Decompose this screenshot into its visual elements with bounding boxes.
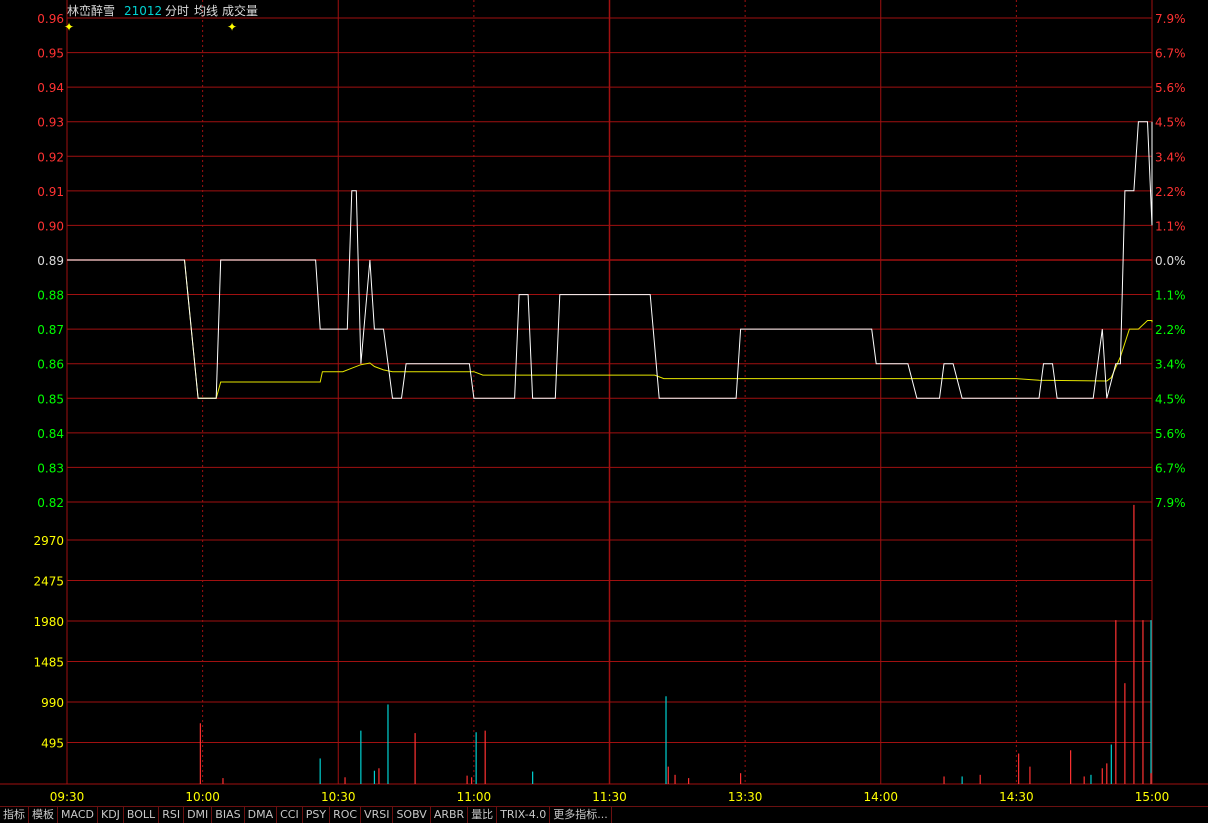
pct-tick-label: 0.0% [1155, 254, 1186, 268]
tab-2[interactable]: MACD [58, 806, 98, 823]
tab-3[interactable]: KDJ [97, 806, 124, 823]
time-tick-label: 11:00 [457, 790, 492, 804]
event-marker-icon[interactable]: ✦ [64, 20, 74, 34]
mode-label[interactable]: 分时 [165, 4, 189, 18]
time-tick-label: 10:30 [321, 790, 356, 804]
pct-tick-label: 3.4% [1155, 150, 1186, 164]
time-tick-label: 13:30 [728, 790, 763, 804]
price-tick-label: 0.93 [37, 116, 64, 130]
price-tick-label: 0.92 [37, 150, 64, 164]
tab-bar-filler [611, 806, 1208, 823]
price-tick-label: 0.94 [37, 81, 64, 95]
avg-line-label[interactable]: 均线 [194, 4, 218, 18]
price-axis-left: 0.96 0.95 0.94 0.93 0.92 0.91 0.90 0.89 0.88 0.87… [37, 12, 64, 510]
intraday-chart[interactable]: 0.96 0.95 0.94 0.93 0.92 0.91 0.90 0.89 0.88 0.87… [0, 0, 1208, 806]
price-tick-label: 0.96 [37, 12, 64, 26]
tab-11[interactable]: ROC [330, 806, 362, 823]
time-axis: 09:30 10:00 10:30 11:00 11:30 13:30 14:00 14:30… [50, 790, 1170, 804]
indicator-tab-bar: 指标 模板 MACD KDJ BOLL RSI DMI BIAS DMA CCI PSY ROC VRS… [0, 806, 1208, 823]
pct-tick-label: 6.7% [1155, 461, 1186, 475]
price-tick-label: 0.82 [37, 496, 64, 510]
pct-tick-label: 2.2% [1155, 185, 1186, 199]
time-tick-label: 14:30 [999, 790, 1034, 804]
price-tick-label: 0.95 [37, 47, 64, 61]
tab-9[interactable]: CCI [277, 806, 303, 823]
volume-axis: 2970 2475 1980 1485 990 495 [33, 534, 64, 751]
pct-tick-label: 5.6% [1155, 81, 1186, 95]
pct-tick-label: 1.1% [1155, 219, 1186, 233]
tab-8[interactable]: DMA [244, 806, 278, 823]
volume-tick-label: 2970 [33, 534, 64, 548]
time-tick-label: 10:00 [185, 790, 220, 804]
pct-tick-label: 5.6% [1155, 427, 1186, 441]
pct-tick-label: 6.7% [1155, 47, 1186, 61]
tab-10[interactable]: PSY [302, 806, 331, 823]
tab-5[interactable]: RSI [159, 806, 185, 823]
pct-tick-label: 7.9% [1155, 12, 1186, 26]
time-tick-label: 11:30 [592, 790, 627, 804]
chart-grid [0, 0, 1208, 785]
price-tick-label: 0.89 [37, 254, 64, 268]
volume-tick-label: 990 [41, 696, 64, 710]
pct-tick-label: 1.1% [1155, 289, 1186, 303]
tab-16[interactable]: TRIX-4.0 [497, 806, 551, 823]
volume-tick-label: 495 [41, 737, 64, 751]
price-tick-label: 0.87 [37, 323, 64, 337]
pct-tick-label: 4.5% [1155, 116, 1186, 130]
tab-14[interactable]: ARBR [430, 806, 469, 823]
price-tick-label: 0.84 [37, 427, 64, 441]
price-tick-label: 0.90 [37, 219, 64, 233]
price-tick-label: 0.91 [37, 185, 64, 199]
volume-tick-label: 2475 [33, 575, 64, 589]
volume-label[interactable]: 成交量 [222, 3, 258, 18]
stock-code: 21012 [124, 4, 162, 18]
price-tick-label: 0.86 [37, 358, 64, 372]
tab-15[interactable]: 量比 [468, 806, 498, 823]
pct-tick-label: 2.2% [1155, 323, 1186, 337]
time-tick-label: 15:00 [1135, 790, 1170, 804]
volume-tick-label: 1980 [33, 615, 64, 629]
tab-4[interactable]: BOLL [123, 806, 160, 823]
pct-axis-right: 7.9% 6.7% 5.6% 4.5% 3.4% 2.2% 1.1% 0.0% 1.1% 2.2%… [1155, 12, 1186, 510]
tab-0[interactable]: 指标 [0, 806, 29, 823]
tab-1[interactable]: 模板 [29, 806, 58, 823]
time-tick-label: 09:30 [50, 790, 85, 804]
tab-13[interactable]: SOBV [393, 806, 431, 823]
price-tick-label: 0.83 [37, 461, 64, 475]
pct-tick-label: 3.4% [1155, 358, 1186, 372]
tab-17[interactable]: 更多指标... [550, 806, 612, 823]
pct-tick-label: 4.5% [1155, 392, 1186, 406]
price-tick-label: 0.85 [37, 392, 64, 406]
event-marker-icon[interactable]: ✦ [227, 20, 237, 34]
tab-12[interactable]: VRSI [361, 806, 394, 823]
tab-7[interactable]: BIAS [212, 806, 245, 823]
pct-tick-label: 7.9% [1155, 496, 1186, 510]
stock-name: 林峦醉雪 [67, 3, 115, 18]
price-tick-label: 0.88 [37, 289, 64, 303]
volume-tick-label: 1485 [33, 656, 64, 670]
time-tick-label: 14:00 [863, 790, 898, 804]
tab-6[interactable]: DMI [184, 806, 213, 823]
